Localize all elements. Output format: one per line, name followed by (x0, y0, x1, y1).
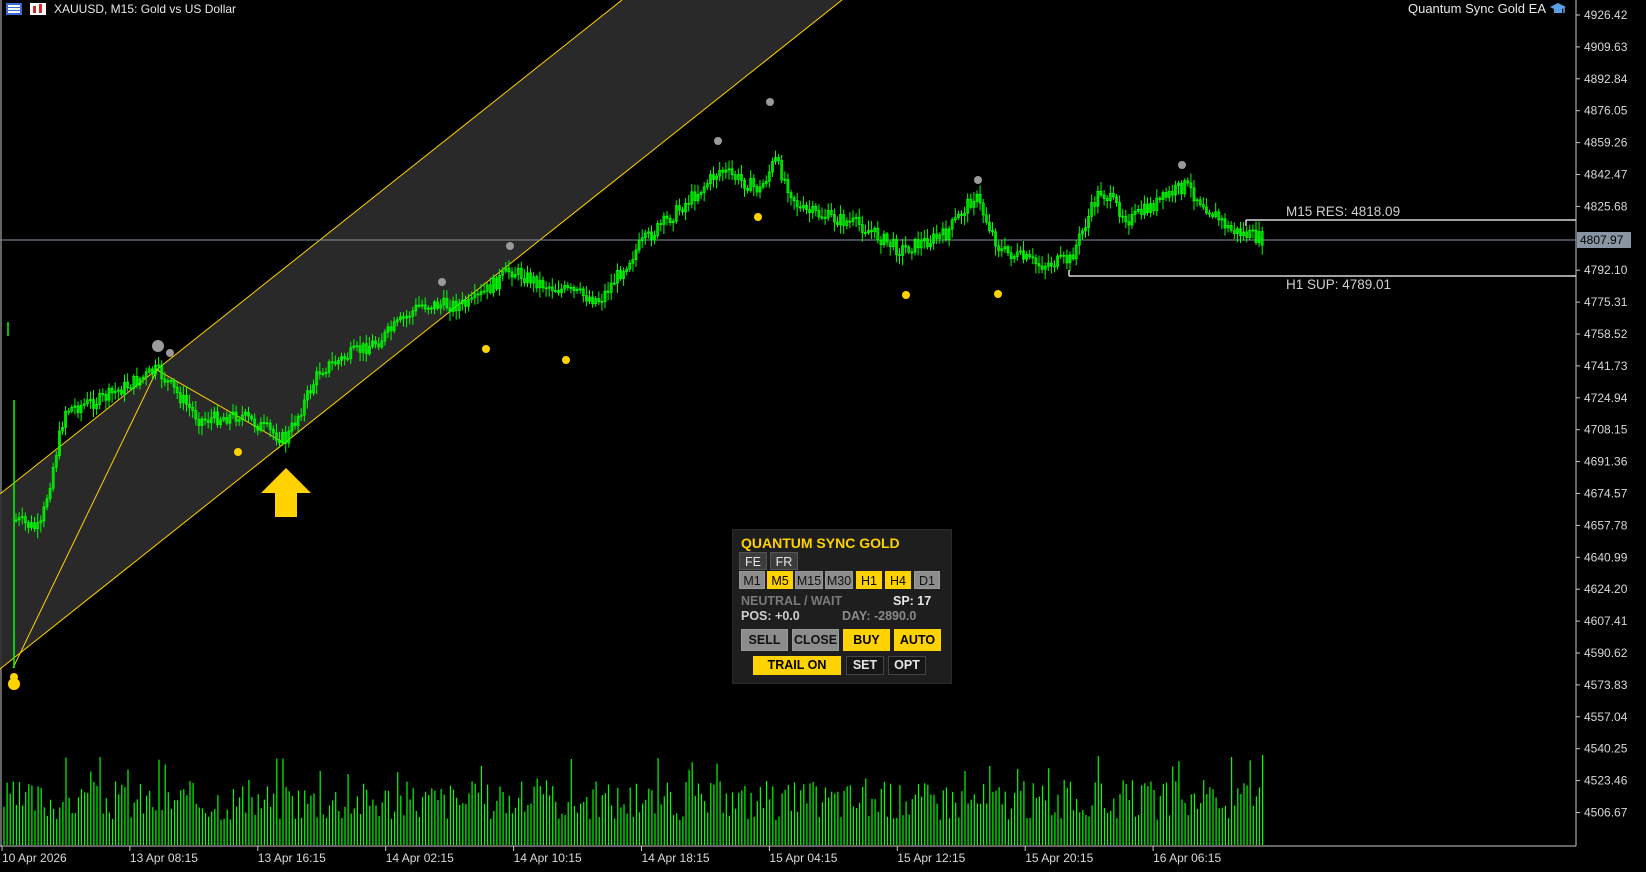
chart-header: XAUUSD, M15: Gold vs US Dollar (0, 0, 236, 18)
price-tick-label: 4859.26 (1584, 136, 1628, 150)
price-chart[interactable]: M15 RES: 4818.09 H1 SUP: 4789.01 4926.42… (0, 0, 1646, 872)
tf-button-m30[interactable]: M30 (825, 571, 853, 589)
tf-button-m5[interactable]: M5 (767, 571, 793, 589)
price-tick-label: 4691.36 (1584, 455, 1628, 469)
price-tick-label: 4506.67 (1584, 806, 1628, 820)
swing-low-marker (234, 448, 242, 456)
tf-button-m1[interactable]: M1 (739, 571, 765, 589)
swing-high-marker (166, 349, 174, 357)
swing-high-marker (152, 340, 164, 352)
chart-type-icon[interactable] (30, 3, 46, 15)
chart-menu-icon[interactable] (6, 3, 22, 15)
swing-low-marker (482, 345, 490, 353)
price-tick-label: 4724.94 (1584, 391, 1628, 405)
price-tick-label: 4926.42 (1584, 8, 1628, 22)
time-tick-label: 14 Apr 02:15 (386, 851, 454, 865)
price-tick-label: 4607.41 (1584, 614, 1628, 628)
price-tick-label: 4573.83 (1584, 678, 1628, 692)
price-tick-label: 4657.78 (1584, 518, 1628, 532)
tf-button-d1[interactable]: D1 (914, 571, 940, 589)
auto-button[interactable]: AUTO (894, 629, 941, 651)
swing-low-marker (902, 291, 910, 299)
swing-high-marker (506, 242, 514, 250)
price-tick-label: 4876.05 (1584, 104, 1628, 118)
price-tick-label: 4758.52 (1584, 327, 1628, 341)
swing-high-marker (714, 137, 722, 145)
price-tick-label: 4674.57 (1584, 487, 1628, 501)
panel-title: QUANTUM SYNC GOLD (741, 535, 900, 551)
price-tick-label: 4624.20 (1584, 582, 1628, 596)
price-tick-label: 4590.62 (1584, 646, 1628, 660)
time-tick-label: 14 Apr 18:15 (642, 851, 710, 865)
swing-high-marker (974, 176, 982, 184)
time-tick-label: 13 Apr 08:15 (130, 851, 198, 865)
trail-toggle-button[interactable]: TRAIL ON (753, 656, 841, 675)
time-axis: 10 Apr 2026 13 Apr 08:15 13 Apr 16:15 14 Ap… (1, 846, 1221, 865)
buy-arrow-icon (261, 468, 311, 517)
current-price-value: 4807.97 (1580, 233, 1624, 247)
channel-lower-line (0, 0, 843, 670)
time-tick-label: 16 Apr 06:15 (1153, 851, 1221, 865)
time-tick-label: 13 Apr 16:15 (258, 851, 326, 865)
close-button[interactable]: CLOSE (792, 629, 839, 651)
price-tick-label: 4775.31 (1584, 295, 1628, 309)
time-tick-label: 10 Apr 2026 (2, 851, 67, 865)
price-tick-label: 4842.47 (1584, 168, 1628, 182)
signal-status: NEUTRAL / WAIT (741, 594, 843, 608)
price-tick-label: 4708.15 (1584, 423, 1628, 437)
price-tick-label: 4540.25 (1584, 742, 1628, 756)
ea-name: Quantum Sync Gold EA (1407, 1, 1546, 16)
price-tick-label: 4825.68 (1584, 199, 1628, 213)
swing-high-marker (766, 98, 774, 106)
tf-button-m15[interactable]: M15 (795, 571, 823, 589)
spread-value: SP: 17 (893, 594, 932, 608)
time-tick-label: 15 Apr 20:15 (1025, 851, 1093, 865)
price-axis: 4926.42 4909.63 4892.84 4876.05 4859.26 4842.… (1576, 8, 1628, 820)
opt-button[interactable]: OPT (888, 656, 926, 675)
sell-button[interactable]: SELL (741, 629, 788, 651)
resistance-label: M15 RES: 4818.09 (1286, 204, 1400, 219)
price-tick-label: 4741.73 (1584, 359, 1628, 373)
time-tick-label: 15 Apr 12:15 (897, 851, 965, 865)
swing-low-marker (562, 356, 570, 364)
day-pnl-value: DAY: -2890.0 (842, 609, 917, 623)
time-tick-label: 14 Apr 10:15 (514, 851, 582, 865)
symbol-title: XAUUSD, M15: Gold vs US Dollar (54, 2, 237, 16)
ea-control-panel: QUANTUM SYNC GOLD FE FR M1 M5 M15 M30 H1… (732, 529, 952, 684)
graduation-cap-icon (1550, 2, 1566, 13)
buy-button[interactable]: BUY (843, 629, 890, 651)
fr-button[interactable]: FR (770, 552, 798, 570)
swing-low-marker (754, 213, 762, 221)
swing-high-marker (1178, 161, 1186, 169)
price-tick-label: 4640.99 (1584, 550, 1628, 564)
tf-button-h4[interactable]: H4 (885, 571, 911, 589)
price-tick-label: 4909.63 (1584, 40, 1628, 54)
volume-bars (3, 755, 1264, 845)
price-tick-label: 4892.84 (1584, 72, 1628, 86)
position-value: POS: +0.0 (741, 609, 800, 623)
time-tick-label: 15 Apr 04:15 (769, 851, 837, 865)
fe-button[interactable]: FE (739, 552, 767, 570)
set-button[interactable]: SET (846, 656, 884, 675)
candlesticks (7, 150, 1264, 668)
swing-low-marker (10, 673, 18, 681)
price-tick-label: 4557.04 (1584, 710, 1628, 724)
price-tick-label: 4792.10 (1584, 263, 1628, 277)
price-tick-label: 4523.46 (1584, 774, 1628, 788)
swing-low-marker (994, 290, 1002, 298)
support-label: H1 SUP: 4789.01 (1286, 277, 1391, 292)
swing-high-marker (438, 278, 446, 286)
ea-label[interactable]: Quantum Sync Gold EA (1408, 1, 1566, 16)
tf-button-h1[interactable]: H1 (856, 571, 882, 589)
